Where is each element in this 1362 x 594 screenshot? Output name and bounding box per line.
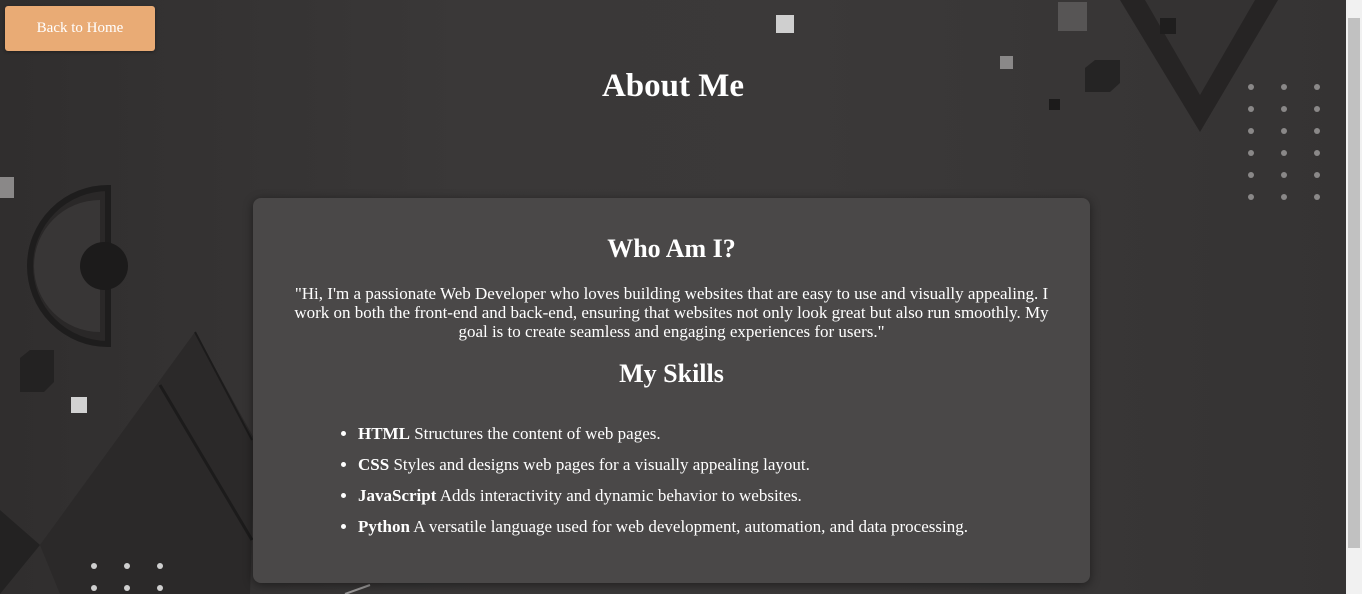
circle-shape	[80, 242, 128, 290]
square-shape	[776, 15, 794, 33]
square-shape	[1058, 2, 1087, 31]
square-shape	[1160, 18, 1176, 34]
skill-description: Structures the content of web pages.	[414, 424, 661, 443]
skill-name: JavaScript	[358, 486, 437, 505]
skill-item-html: HTML Structures the content of web pages…	[358, 423, 968, 454]
skill-name: Python	[358, 517, 410, 536]
skill-description: A versatile language used for web develo…	[413, 517, 968, 536]
square-shape	[0, 177, 14, 198]
about-card: Who Am I? "Hi, I'm a passionate Web Deve…	[253, 198, 1090, 583]
skill-name: CSS	[358, 455, 390, 474]
skill-item-css: CSS Styles and designs web pages for a v…	[358, 454, 968, 485]
skill-description: Styles and designs web pages for a visua…	[393, 455, 810, 474]
skills-list: HTML Structures the content of web pages…	[340, 423, 968, 547]
skill-item-javascript: JavaScript Adds interactivity and dynami…	[358, 485, 968, 516]
back-to-home-button[interactable]: Back to Home	[5, 6, 155, 51]
skill-name: HTML	[358, 424, 410, 443]
skills-heading: My Skills	[619, 359, 724, 388]
cube-shape	[20, 350, 54, 392]
scrollbar-thumb[interactable]	[1348, 18, 1360, 548]
square-shape	[71, 397, 87, 413]
skill-item-python: Python A versatile language used for web…	[358, 516, 968, 547]
diamond-shape	[40, 332, 255, 594]
skill-description: Adds interactivity and dynamic behavior …	[439, 486, 802, 505]
page-title: About Me	[601, 68, 745, 104]
who-am-i-heading: Who Am I?	[607, 234, 736, 263]
bio-text: "Hi, I'm a passionate Web Developer who …	[294, 284, 1049, 341]
